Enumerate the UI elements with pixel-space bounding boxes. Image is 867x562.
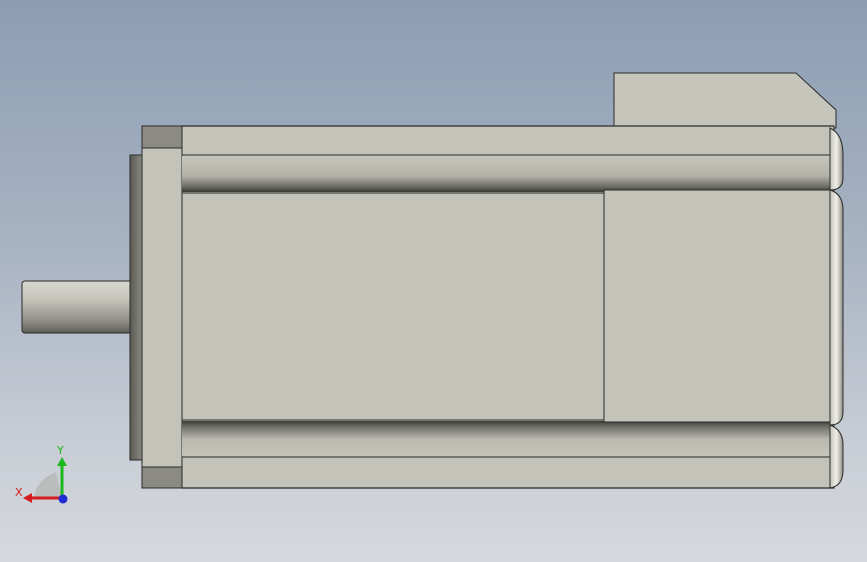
end-cap-top (829, 127, 844, 191)
flange-corner-top (141, 125, 183, 149)
top-groove (182, 156, 834, 192)
servo-motor-model[interactable] (21, 72, 844, 489)
flange-corner-bottom (141, 466, 183, 489)
encoder-housing[interactable] (603, 189, 835, 423)
triad-plane-shading (34, 472, 62, 498)
end-cap-middle (829, 189, 844, 426)
connector-box[interactable] (613, 72, 837, 129)
end-cap-bottom (829, 424, 844, 489)
coordinate-triad: Y X (15, 444, 68, 504)
mounting-flange[interactable] (141, 125, 183, 489)
motor-shaft[interactable] (21, 280, 135, 334)
y-axis-label: Y (56, 444, 64, 457)
bottom-groove (182, 421, 834, 457)
cad-viewport[interactable] (0, 0, 867, 562)
x-axis-label: X (15, 486, 23, 499)
z-axis-dot (58, 494, 68, 504)
